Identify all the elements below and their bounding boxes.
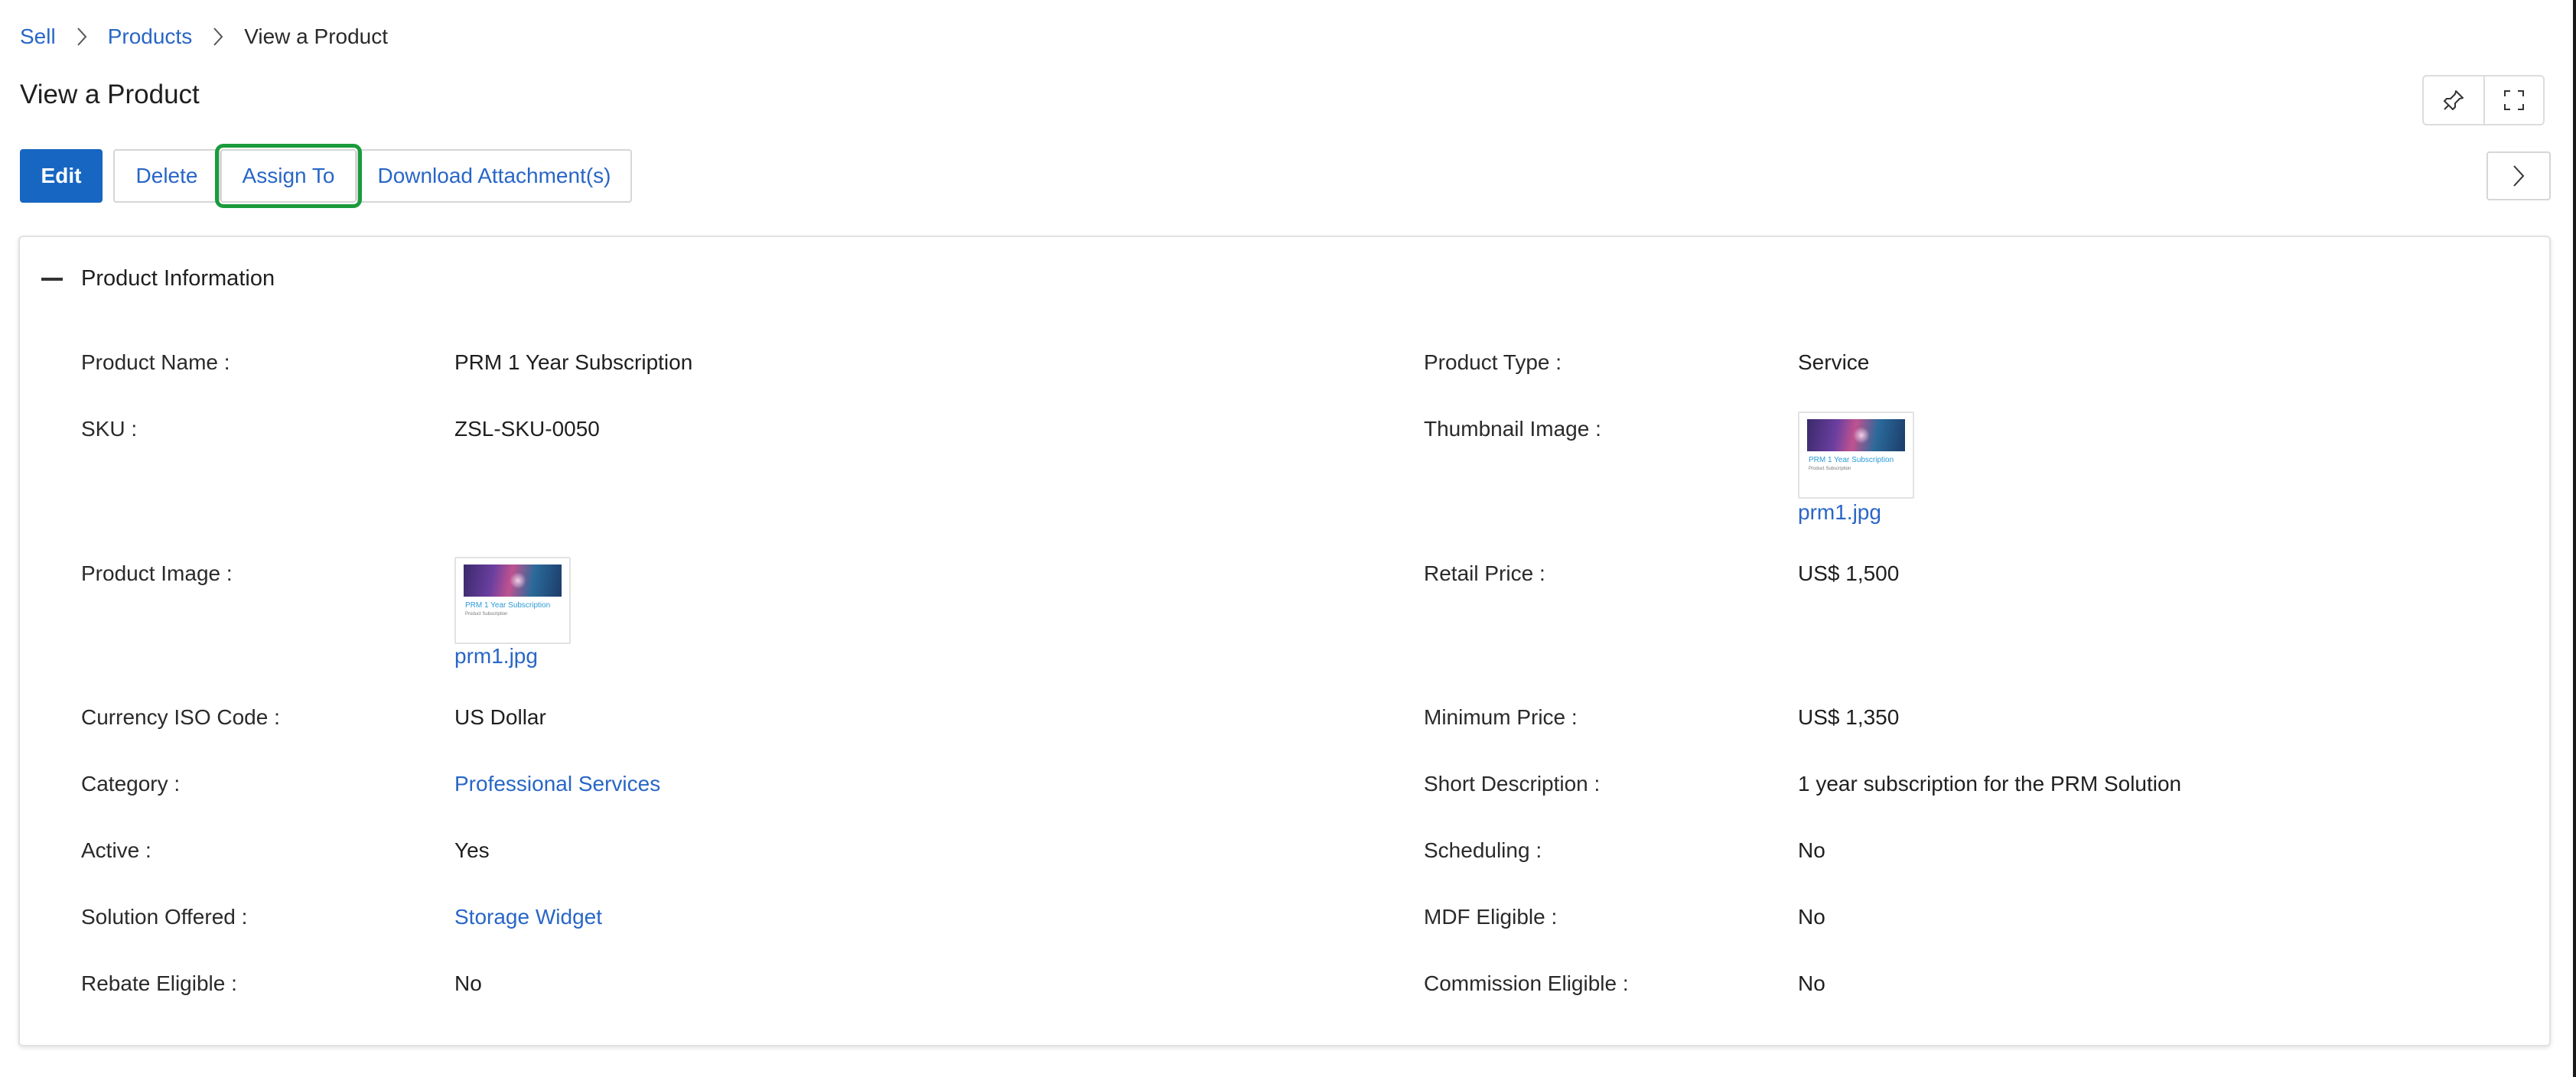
section-toggle[interactable]: Product Information (41, 266, 275, 291)
active-value: Yes (454, 838, 490, 862)
product-type-value: Service (1798, 350, 1870, 374)
retail-price-label: Retail Price : (1424, 561, 1545, 585)
short-description-label: Short Description : (1424, 772, 1601, 796)
thumbnail-caption: PRM 1 Year Subscription (1809, 456, 1894, 464)
breadcrumb-current: View a Product (244, 24, 389, 48)
product-image-label: Product Image : (81, 561, 233, 585)
currency-label: Currency ISO Code : (81, 705, 280, 729)
minimum-price-label: Minimum Price : (1424, 705, 1578, 729)
window-edge (2573, 0, 2576, 1077)
chevron-right-icon (192, 26, 244, 47)
rebate-eligible-value: No (454, 971, 482, 995)
product-image-caption: PRM 1 Year Subscription (465, 601, 551, 610)
pin-icon (2444, 90, 2464, 110)
short-description-value: 1 year subscription for the PRM Solution (1798, 772, 2182, 796)
page: Sell Products View a Product View a Prod… (0, 0, 2576, 1077)
scheduling-label: Scheduling : (1424, 838, 1542, 862)
page-title: View a Product (20, 80, 200, 109)
chevron-right-icon (56, 26, 108, 47)
breadcrumb: Sell Products View a Product (20, 23, 388, 50)
solution-offered-link[interactable]: Storage Widget (454, 903, 602, 931)
action-bar: Edit Delete Assign To Download Attachmen… (20, 144, 632, 208)
minus-icon (41, 277, 63, 281)
product-type-label: Product Type : (1424, 350, 1562, 374)
active-label: Active : (81, 838, 151, 862)
next-record-button[interactable] (2486, 151, 2551, 200)
fullscreen-button[interactable] (2483, 76, 2543, 124)
breadcrumb-sell[interactable]: Sell (20, 24, 56, 49)
chevron-right-icon (2513, 165, 2525, 187)
sku-value: ZSL-SKU-0050 (454, 417, 600, 441)
sku-label: SKU : (81, 417, 138, 441)
product-image[interactable]: PRM 1 Year Subscription Product Subscrip… (454, 557, 571, 644)
assign-to-button[interactable]: Assign To (215, 144, 362, 208)
retail-price-value: US$ 1,500 (1798, 561, 1900, 585)
product-name-label: Product Name : (81, 350, 230, 374)
thumbnail-image[interactable]: PRM 1 Year Subscription Product Subscrip… (1798, 412, 1914, 499)
category-link[interactable]: Professional Services (454, 770, 660, 798)
view-controls (2422, 75, 2545, 125)
product-image-file-link[interactable]: prm1.jpg (454, 643, 538, 670)
mdf-eligible-value: No (1798, 905, 1825, 929)
minimum-price-value: US$ 1,350 (1798, 705, 1900, 729)
commission-eligible-label: Commission Eligible : (1424, 971, 1629, 995)
solution-offered-label: Solution Offered : (81, 905, 248, 929)
mdf-eligible-label: MDF Eligible : (1424, 905, 1558, 929)
section-title: Product Information (81, 266, 275, 291)
thumbnail-image-label: Thumbnail Image : (1424, 417, 1601, 441)
rebate-eligible-label: Rebate Eligible : (81, 971, 237, 995)
currency-value: US Dollar (454, 705, 546, 729)
pin-button[interactable] (2424, 76, 2483, 124)
product-name-value: PRM 1 Year Subscription (454, 350, 693, 374)
thumbnail-subcaption: Product Subscription (1809, 467, 1851, 471)
edit-button[interactable]: Edit (20, 149, 103, 203)
thumbnail-file-link[interactable]: prm1.jpg (1798, 499, 1881, 526)
download-attachments-button[interactable]: Download Attachment(s) (357, 149, 632, 203)
product-image-subcaption: Product Subscription (465, 612, 508, 617)
scheduling-value: No (1798, 838, 1825, 862)
thumbnail-graphic (1807, 419, 1905, 451)
product-image-graphic (464, 565, 562, 597)
breadcrumb-products[interactable]: Products (108, 24, 193, 49)
category-label: Category : (81, 772, 181, 796)
product-information-card: Product Information Product Name : PRM 1… (18, 236, 2551, 1046)
delete-button[interactable]: Delete (113, 149, 220, 203)
commission-eligible-value: No (1798, 971, 1825, 995)
fullscreen-icon (2504, 90, 2524, 110)
